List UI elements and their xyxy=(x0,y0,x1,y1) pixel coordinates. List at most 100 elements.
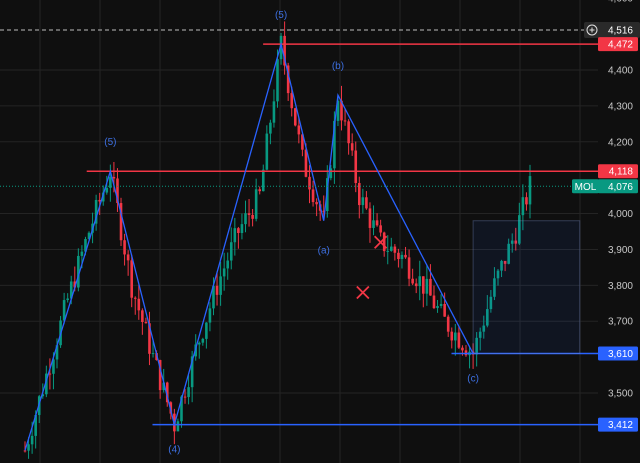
wave-label: (4) xyxy=(168,445,180,456)
wave-label: (c) xyxy=(467,374,479,385)
y-tick-label: 3,800 xyxy=(608,281,633,292)
candle-body xyxy=(197,342,201,345)
candle-body xyxy=(521,197,525,216)
candle-body xyxy=(137,298,141,311)
candle-body xyxy=(311,189,315,203)
candle-body xyxy=(404,254,407,258)
candle-body xyxy=(432,295,436,309)
candle-body xyxy=(201,338,205,343)
candle-body xyxy=(418,276,422,287)
y-tick-label: 4,300 xyxy=(608,101,633,112)
candle-body xyxy=(443,303,446,317)
price-chart[interactable]: (5) (4) (5) (a) (b) (c) 4,600 4,400 4,300 4,200 4… xyxy=(0,0,640,463)
price-tag-value: 4,118 xyxy=(609,167,634,178)
candle-body xyxy=(372,220,375,228)
candle-body xyxy=(422,276,425,294)
candle-body xyxy=(400,254,404,260)
candle-body xyxy=(429,278,432,296)
y-tick-label: 4,400 xyxy=(608,66,633,77)
candle-body xyxy=(176,421,180,432)
candle-body xyxy=(23,450,27,452)
candle-body xyxy=(393,246,397,253)
candle-body xyxy=(350,143,354,151)
target-box-rect xyxy=(472,220,581,355)
candle-body xyxy=(379,225,382,233)
candle-body xyxy=(144,321,148,324)
candle-body xyxy=(105,187,109,193)
candle-body xyxy=(525,197,528,205)
y-tick-label: 3,500 xyxy=(608,389,633,400)
candle-body xyxy=(265,133,269,170)
candle-body xyxy=(141,310,144,322)
candle-body xyxy=(436,305,439,309)
candle-body xyxy=(258,189,262,192)
candle-body xyxy=(205,322,208,339)
candle-body xyxy=(304,149,308,177)
candle-body xyxy=(414,283,418,287)
candle-body xyxy=(461,347,464,351)
candle-body xyxy=(390,246,393,251)
candle-body xyxy=(446,316,450,332)
candle-body xyxy=(386,250,390,252)
candle-body xyxy=(457,332,461,348)
candle-body xyxy=(308,176,311,190)
candle-body xyxy=(368,208,372,228)
price-tag-value: 3,412 xyxy=(608,420,633,431)
price-tag-value: 3,610 xyxy=(608,349,633,360)
candle-body xyxy=(411,278,414,284)
candle-body xyxy=(183,396,187,398)
y-tick-label: 4,000 xyxy=(608,209,633,220)
candle-body xyxy=(315,202,318,205)
candle-body xyxy=(439,303,443,306)
candle-body xyxy=(454,332,457,341)
candle-body xyxy=(233,228,237,243)
wave-label: (5) xyxy=(104,137,116,148)
candle-body xyxy=(229,242,233,261)
candle-body xyxy=(123,240,126,255)
candle-body xyxy=(464,350,468,356)
candle-body xyxy=(365,197,368,209)
candle-body xyxy=(397,252,400,260)
crosshair-value: 4,516 xyxy=(608,26,633,37)
candle-body xyxy=(237,228,240,234)
price-tag-value: 4,076 xyxy=(608,182,633,193)
candle-body xyxy=(297,125,301,135)
price-tag-value: 4,472 xyxy=(608,40,633,51)
candle-body xyxy=(276,59,279,102)
candle-body xyxy=(66,298,69,301)
target-box xyxy=(472,220,581,355)
candle-body xyxy=(251,214,254,219)
candle-body xyxy=(126,254,130,261)
candle-body xyxy=(133,297,137,299)
symbol-tag: MOL xyxy=(575,182,597,193)
wave-label: (a) xyxy=(318,246,330,257)
candle-body xyxy=(375,220,379,226)
candle-body xyxy=(244,213,247,225)
candle-body xyxy=(30,435,34,445)
candle-body xyxy=(219,276,222,295)
candle-body xyxy=(226,260,230,269)
candle-body xyxy=(290,93,294,109)
y-tick-label: 3,700 xyxy=(608,317,633,328)
candle-body xyxy=(528,176,532,205)
candle-body xyxy=(343,120,347,122)
candle-body xyxy=(272,101,276,123)
candle-body xyxy=(151,353,155,355)
wave-label: (b) xyxy=(332,61,344,72)
candle-body xyxy=(240,224,244,234)
candle-body xyxy=(112,176,116,179)
candle-body xyxy=(269,122,272,134)
candle-body xyxy=(247,213,251,215)
candle-body xyxy=(80,251,84,256)
candle-body xyxy=(361,197,365,206)
candle-body xyxy=(347,121,350,144)
candle-body xyxy=(215,285,219,295)
candle-body xyxy=(254,189,258,219)
candle-body xyxy=(407,257,411,279)
y-tick-label: 3,900 xyxy=(608,245,633,256)
wave-label: (5) xyxy=(275,10,287,21)
candle-body xyxy=(425,278,429,294)
candle-body xyxy=(222,268,226,277)
candle-body xyxy=(261,169,265,192)
candle-body xyxy=(382,232,386,252)
